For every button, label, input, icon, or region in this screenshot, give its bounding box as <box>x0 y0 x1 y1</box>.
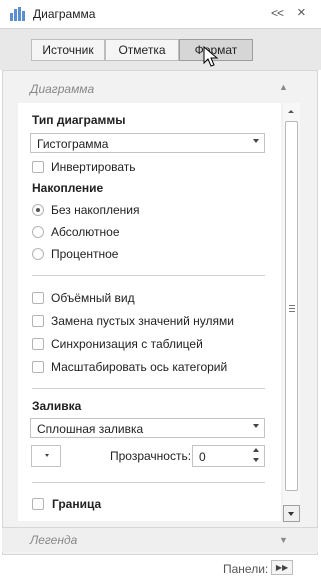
collapse-arrow-icon[interactable]: ▲ <box>279 82 288 92</box>
chart-type-select[interactable]: Гистограмма <box>30 133 265 153</box>
replace-empty-label: Замена пустых значений нулями <box>51 314 234 328</box>
spin-down-icon[interactable] <box>253 458 259 462</box>
transparency-input[interactable]: 0 <box>192 445 265 467</box>
close-button[interactable]: × <box>297 4 306 21</box>
chart-type-label: Тип диаграммы <box>32 113 126 127</box>
3d-view-label: Объёмный вид <box>51 291 135 305</box>
border-checkbox[interactable] <box>32 498 44 510</box>
arrow-down-icon <box>288 512 294 516</box>
legend-title: Легенда <box>30 533 78 547</box>
scroll-down-button[interactable] <box>283 505 300 522</box>
divider <box>32 482 265 483</box>
scroll-up-button[interactable] <box>283 103 300 120</box>
tab-mark[interactable]: Отметка <box>105 39 179 61</box>
panels-label: Панели: <box>223 562 269 576</box>
scrollbar-thumb[interactable] <box>285 121 298 491</box>
expand-arrow-icon[interactable]: ▼ <box>279 535 288 545</box>
spin-up-icon[interactable] <box>253 448 259 452</box>
scale-category-axis-label: Масштабировать ось категорий <box>51 360 228 374</box>
fill-type-select[interactable]: Сплошная заливка <box>30 418 265 438</box>
chevron-down-icon <box>253 139 259 143</box>
section-title: Диаграмма <box>30 82 95 96</box>
mouse-cursor-icon <box>203 46 219 67</box>
tab-source[interactable]: Источник <box>31 39 105 61</box>
transparency-label: Прозрачность: <box>110 449 192 463</box>
chart-icon <box>10 7 26 21</box>
collapse-panel-button[interactable]: << <box>271 6 284 20</box>
grip-icon <box>289 305 295 314</box>
chevron-down-icon <box>253 424 259 428</box>
scale-category-axis-checkbox[interactable] <box>32 361 44 373</box>
border-label: Граница <box>52 497 102 511</box>
stacking-absolute-radio[interactable] <box>32 226 44 238</box>
divider <box>32 275 265 276</box>
chart-type-value: Гистограмма <box>37 137 109 151</box>
chevron-down-icon <box>45 454 49 457</box>
arrow-up-icon <box>288 110 294 113</box>
divider <box>32 388 265 389</box>
stacking-none-radio[interactable] <box>32 204 44 216</box>
3d-view-checkbox[interactable] <box>32 292 44 304</box>
panels-button[interactable]: ▶▶ <box>271 560 293 575</box>
stacking-label: Накопление <box>32 181 104 195</box>
window-title: Диаграмма <box>33 7 96 21</box>
fill-type-value: Сплошная заливка <box>37 422 144 436</box>
fill-label: Заливка <box>32 399 82 413</box>
invert-checkbox[interactable] <box>32 161 44 173</box>
sync-table-label: Синхронизация с таблицей <box>51 337 203 351</box>
replace-empty-checkbox[interactable] <box>32 315 44 327</box>
fill-color-picker[interactable] <box>31 445 61 467</box>
stacking-absolute-label: Абсолютное <box>51 225 120 239</box>
sync-table-checkbox[interactable] <box>32 338 44 350</box>
tab-bar: Источник Отметка Формат <box>0 28 321 70</box>
invert-label: Инвертировать <box>51 160 136 174</box>
stacking-percent-radio[interactable] <box>32 248 44 260</box>
stacking-percent-label: Процентное <box>51 247 119 261</box>
transparency-value: 0 <box>199 450 206 464</box>
stacking-none-label: Без накопления <box>51 203 140 217</box>
